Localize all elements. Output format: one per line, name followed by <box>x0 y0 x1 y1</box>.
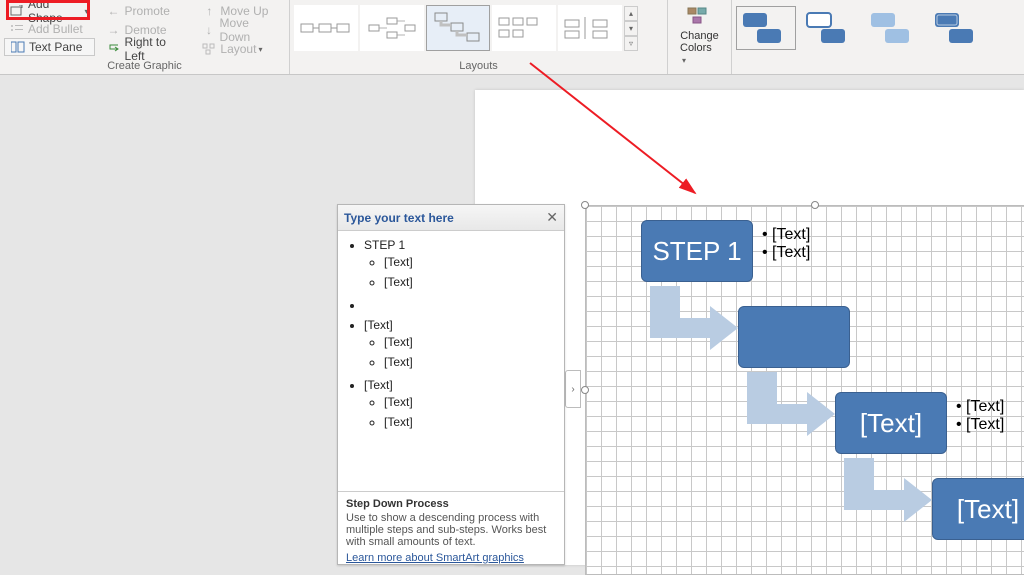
arrow-down-icon: ↓ <box>202 23 215 37</box>
layout-option-5[interactable] <box>558 5 622 51</box>
text-pane-body[interactable]: STEP 1[Text][Text][Text][Text][Text][Tex… <box>338 231 564 491</box>
resize-handle[interactable] <box>811 201 819 209</box>
add-shape-button[interactable]: Add Shape ▾ <box>4 2 95 20</box>
layout-option-2[interactable] <box>360 5 424 51</box>
text-pane-item[interactable]: STEP 1[Text][Text] <box>364 235 558 295</box>
hint-title: Step Down Process <box>346 498 556 510</box>
arrow-right-icon: → <box>107 23 121 37</box>
style-option-2[interactable] <box>800 6 860 50</box>
text-pane: Type your text here ✕ STEP 1[Text][Text]… <box>337 204 565 565</box>
text-pane-item[interactable]: [Text][Text][Text] <box>364 375 558 435</box>
text-pane-subitem[interactable]: [Text] <box>384 392 558 412</box>
resize-handle[interactable] <box>581 386 589 394</box>
text-pane-subitem[interactable]: [Text] <box>384 272 558 292</box>
change-colors-icon <box>686 6 714 30</box>
smartart-shape-4[interactable]: [Text] <box>932 478 1024 540</box>
add-shape-icon <box>10 4 24 18</box>
learn-more-link[interactable]: Learn more about SmartArt graphics <box>346 552 524 564</box>
change-colors-button[interactable]: Change Colors ▾ <box>672 2 727 62</box>
text-pane-subitem[interactable]: [Text] <box>384 352 558 372</box>
resize-handle[interactable] <box>581 201 589 209</box>
scroll-more-icon[interactable]: ▿ <box>624 36 638 51</box>
smartart-canvas[interactable]: STEP 1 [Text] [Text] [Text] [Text] [Text… <box>585 205 1024 575</box>
layout-button[interactable]: Layout▾ <box>196 40 285 58</box>
smartart-bullets-1[interactable]: [Text] [Text] <box>762 226 810 262</box>
chevron-down-icon: ▾ <box>85 7 89 16</box>
scroll-down-icon[interactable]: ▾ <box>624 21 638 36</box>
text-pane-label: Text Pane <box>29 40 82 54</box>
text-pane-icon <box>11 40 25 54</box>
scroll-up-icon[interactable]: ▴ <box>624 6 638 21</box>
text-pane-subitem[interactable]: [Text] <box>384 412 558 432</box>
text-pane-subitem[interactable]: [Text] <box>384 252 558 272</box>
styles-gallery <box>736 2 1020 50</box>
arrow-left-icon: ← <box>107 4 121 18</box>
text-pane-expander[interactable]: › <box>565 370 581 408</box>
add-bullet-label: Add Bullet <box>28 22 83 36</box>
arrow-up-icon: ↑ <box>202 4 216 18</box>
chevron-right-icon: › <box>571 384 574 395</box>
layout-option-1[interactable] <box>294 5 358 51</box>
rtl-icon <box>107 42 121 56</box>
chevron-down-icon: ▾ <box>682 56 686 65</box>
ribbon: Add Shape ▾ Add Bullet Text Pane <box>0 0 1024 75</box>
smartart-shape-1[interactable]: STEP 1 <box>641 220 753 282</box>
smartart-shape-2[interactable] <box>738 306 850 368</box>
smartart-arrow-3 <box>844 458 934 528</box>
layouts-gallery: ▴ ▾ ▿ <box>294 2 663 52</box>
text-pane-title: Type your text here <box>344 211 454 225</box>
smartart-shape-3[interactable]: [Text] <box>835 392 947 454</box>
layouts-scroll[interactable]: ▴ ▾ ▿ <box>624 6 638 51</box>
bullet-list-icon <box>10 22 24 36</box>
text-pane-footer: Step Down Process Use to show a descendi… <box>338 491 564 570</box>
layout-option-4[interactable] <box>492 5 556 51</box>
group-label-layouts: Layouts <box>290 60 667 72</box>
style-option-3[interactable] <box>864 6 924 50</box>
text-pane-item[interactable]: [Text][Text][Text] <box>364 315 558 375</box>
move-down-button[interactable]: ↓Move Down <box>196 21 285 39</box>
style-option-1-selected[interactable] <box>736 6 796 50</box>
layout-option-3-selected[interactable] <box>426 5 490 51</box>
style-option-4[interactable] <box>928 6 988 50</box>
smartart-arrow-1 <box>650 286 740 356</box>
right-to-left-button[interactable]: Right to Left <box>101 40 191 58</box>
text-pane-subitem[interactable]: [Text] <box>384 332 558 352</box>
layout-icon <box>202 42 216 56</box>
text-pane-button[interactable]: Text Pane <box>4 38 95 56</box>
promote-button[interactable]: ←Promote <box>101 2 191 20</box>
close-icon[interactable]: ✕ <box>546 209 558 226</box>
hint-body: Use to show a descending process with mu… <box>346 512 556 548</box>
text-pane-item[interactable] <box>364 295 558 315</box>
chevron-down-icon: ▾ <box>258 45 262 54</box>
add-bullet-button[interactable]: Add Bullet <box>4 20 95 38</box>
smartart-bullets-3[interactable]: [Text] [Text] <box>956 398 1004 434</box>
smartart-arrow-2 <box>747 372 837 442</box>
group-label-create-graphic: Create Graphic <box>0 60 289 72</box>
